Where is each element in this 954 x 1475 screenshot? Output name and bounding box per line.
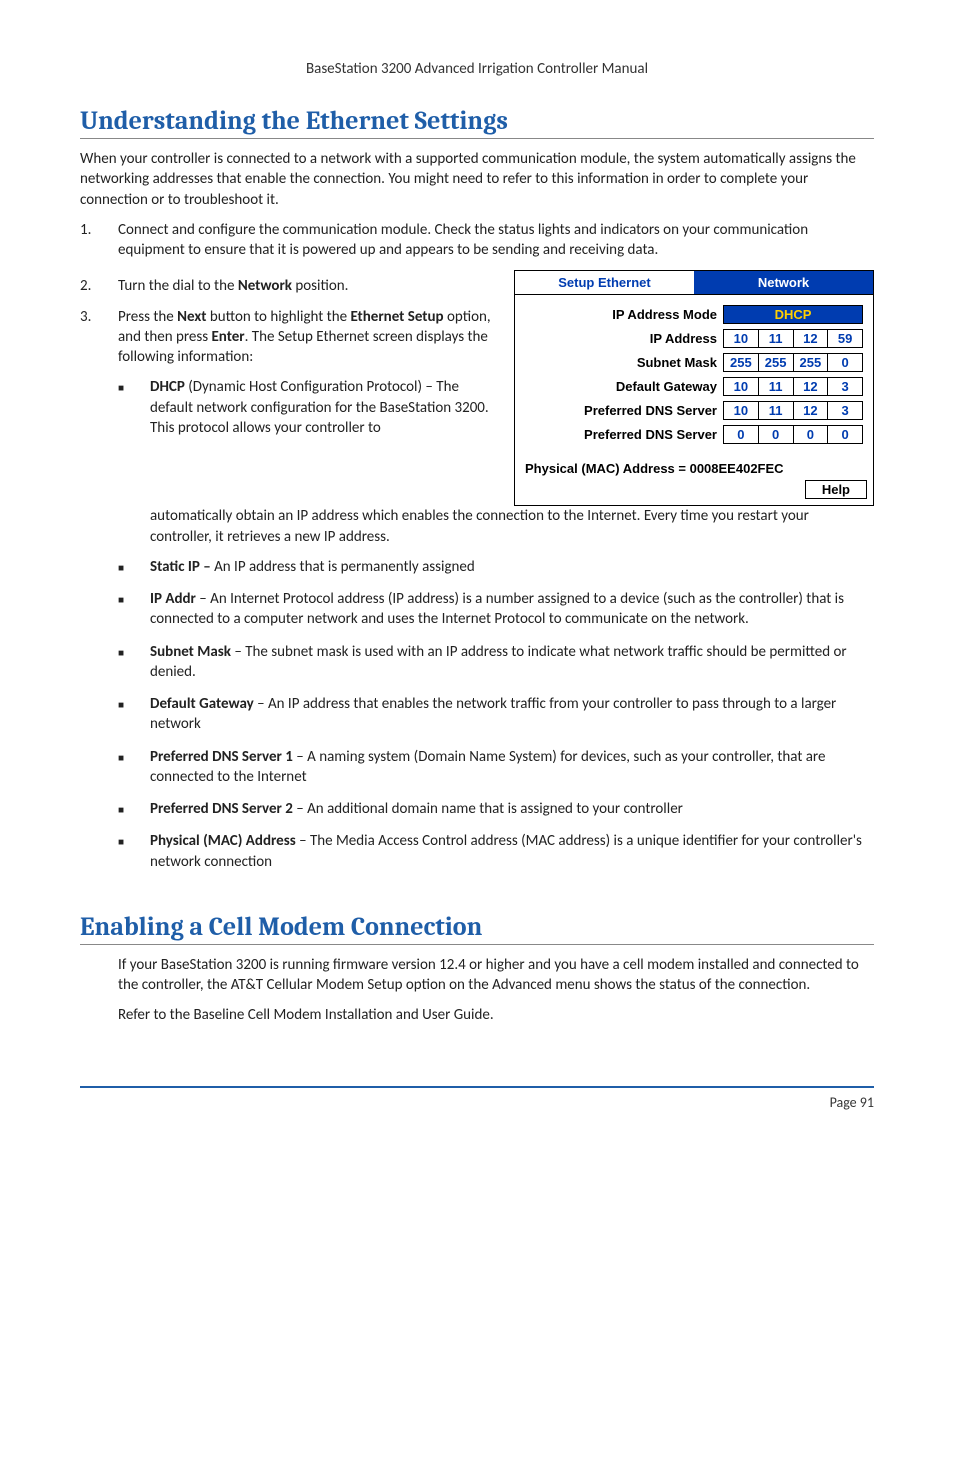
field-label-dns2: Preferred DNS Server	[525, 427, 717, 442]
bullet-dns2: ■ Preferred DNS Server 2 – An additional…	[118, 799, 874, 819]
field-value-ip-address[interactable]: 10 11 12 59	[723, 329, 863, 348]
device-help-button[interactable]: Help	[805, 480, 867, 499]
dns2-octet-2[interactable]: 0	[758, 425, 794, 444]
bullet-ip-addr: ■ IP Addr – An Internet Protocol address…	[118, 589, 874, 630]
desc-static-ip: An IP address that is permanently assign…	[214, 558, 475, 576]
field-label-dns1: Preferred DNS Server	[525, 403, 717, 418]
step-3-d: Ethernet Setup	[350, 308, 443, 326]
desc-ip-addr: – An Internet Protocol address (IP addre…	[150, 590, 844, 628]
step-2-text: Turn the dial to the Network position.	[118, 276, 496, 296]
term-ip-addr: IP Addr	[150, 590, 196, 608]
step-2-b: Network	[238, 277, 292, 295]
bullet-square-icon: ■	[118, 799, 150, 819]
step-2: 2. Turn the dial to the Network position…	[80, 276, 496, 296]
step-2-c: position.	[292, 277, 348, 295]
step-2-number: 2.	[80, 276, 118, 296]
bullet-square-icon: ■	[118, 831, 150, 872]
step-3-b: Next	[177, 308, 206, 326]
gw-octet-3[interactable]: 12	[793, 377, 829, 396]
term-mac: Physical (MAC) Address	[150, 832, 296, 850]
bullet-square-icon: ■	[118, 642, 150, 683]
bullet-square-icon: ■	[118, 694, 150, 735]
term-default-gateway: Default Gateway	[150, 695, 254, 713]
gw-octet-2[interactable]: 11	[758, 377, 794, 396]
running-header: BaseStation 3200 Advanced Irrigation Con…	[80, 60, 874, 78]
bullet-dhcp-text: DHCP (Dynamic Host Configuration Protoco…	[150, 377, 496, 438]
ip-octet-3[interactable]: 12	[793, 329, 829, 348]
term-dns2: Preferred DNS Server 2	[150, 800, 293, 818]
device-tab-setup-ethernet[interactable]: Setup Ethernet	[515, 271, 694, 294]
bullet-default-gateway: ■ Default Gateway – An IP address that e…	[118, 694, 874, 735]
device-setup-ethernet-screen: Setup Ethernet Network IP Address Mode D…	[514, 270, 874, 506]
bullet-mac: ■ Physical (MAC) Address – The Media Acc…	[118, 831, 874, 872]
mask-octet-1[interactable]: 255	[723, 353, 759, 372]
step-1-text: Connect and configure the communication …	[118, 220, 874, 261]
dns1-octet-3[interactable]: 12	[793, 401, 829, 420]
term-dhcp: DHCP	[150, 378, 185, 396]
desc-dns2: – An additional domain name that is assi…	[293, 800, 683, 818]
device-mac-line: Physical (MAC) Address = 0008EE402FEC	[515, 455, 873, 480]
section-title-cell-modem: Enabling a Cell Modem Connection	[80, 912, 874, 945]
gw-octet-4[interactable]: 3	[827, 377, 863, 396]
desc-dhcp-part2: automatically obtain an IP address which…	[150, 506, 874, 547]
gw-octet-1[interactable]: 10	[723, 377, 759, 396]
dns2-octet-1[interactable]: 0	[723, 425, 759, 444]
field-value-default-gateway[interactable]: 10 11 12 3	[723, 377, 863, 396]
field-label-subnet-mask: Subnet Mask	[525, 355, 717, 370]
page-number: Page 91	[830, 1094, 874, 1111]
step-3-a: Press the	[118, 308, 177, 326]
mask-octet-4[interactable]: 0	[827, 353, 863, 372]
field-value-dns2[interactable]: 0 0 0 0	[723, 425, 863, 444]
bullet-square-icon: ■	[118, 747, 150, 788]
bullet-subnet-mask: ■ Subnet Mask – The subnet mask is used …	[118, 642, 874, 683]
dns2-octet-4[interactable]: 0	[827, 425, 863, 444]
cell-modem-p2: Refer to the Baseline Cell Modem Install…	[118, 1005, 874, 1025]
bullet-dhcp: ■ DHCP (Dynamic Host Configuration Proto…	[118, 377, 496, 438]
desc-dhcp-part1: (Dynamic Host Configuration Protocol) – …	[150, 378, 489, 437]
bullet-dns1: ■ Preferred DNS Server 1 – A naming syst…	[118, 747, 874, 788]
cell-modem-p1: If your BaseStation 3200 is running firm…	[118, 955, 874, 996]
step-3-c: button to highlight the	[206, 308, 350, 326]
bullet-square-icon: ■	[118, 557, 150, 577]
device-tab-bar: Setup Ethernet Network	[515, 271, 873, 295]
dns2-octet-3[interactable]: 0	[793, 425, 829, 444]
step-3-text: Press the Next button to highlight the E…	[118, 307, 496, 368]
section-title-ethernet: Understanding the Ethernet Settings	[80, 106, 874, 139]
term-static-ip: Static IP –	[150, 558, 214, 576]
dns1-octet-1[interactable]: 10	[723, 401, 759, 420]
desc-subnet-mask: – The subnet mask is used with an IP add…	[150, 643, 847, 681]
field-value-subnet-mask[interactable]: 255 255 255 0	[723, 353, 863, 372]
bullet-static-ip: ■ Static IP – An IP address that is perm…	[118, 557, 874, 577]
field-label-ip-address: IP Address	[525, 331, 717, 346]
page-footer: Page 91	[80, 1086, 874, 1111]
ip-octet-1[interactable]: 10	[723, 329, 759, 348]
step-3-f: Enter	[211, 328, 244, 346]
field-label-default-gateway: Default Gateway	[525, 379, 717, 394]
desc-default-gateway: – An IP address that enables the network…	[150, 695, 836, 733]
step-2-a: Turn the dial to the	[118, 277, 238, 295]
step-3-number: 3.	[80, 307, 118, 368]
bullet-square-icon: ■	[118, 589, 150, 630]
step-1: 1. Connect and configure the communicati…	[80, 220, 874, 261]
field-label-ip-mode: IP Address Mode	[525, 307, 717, 322]
field-value-dns1[interactable]: 10 11 12 3	[723, 401, 863, 420]
field-value-ip-mode[interactable]: DHCP	[723, 305, 863, 324]
intro-paragraph: When your controller is connected to a n…	[80, 149, 874, 210]
dns1-octet-2[interactable]: 11	[758, 401, 794, 420]
term-dns1: Preferred DNS Server 1	[150, 748, 293, 766]
dns1-octet-4[interactable]: 3	[827, 401, 863, 420]
step-1-number: 1.	[80, 220, 118, 261]
term-subnet-mask: Subnet Mask	[150, 643, 231, 661]
ip-octet-4[interactable]: 59	[827, 329, 863, 348]
mask-octet-2[interactable]: 255	[758, 353, 794, 372]
step-3: 3. Press the Next button to highlight th…	[80, 307, 496, 368]
ip-octet-2[interactable]: 11	[758, 329, 794, 348]
mask-octet-3[interactable]: 255	[793, 353, 829, 372]
bullet-square-icon: ■	[118, 377, 150, 438]
device-tab-network[interactable]: Network	[694, 271, 873, 294]
